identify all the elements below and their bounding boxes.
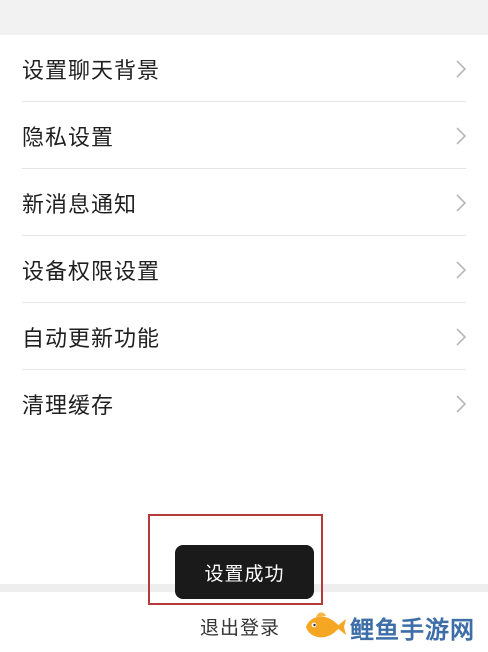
settings-item-label: 清理缓存	[22, 393, 115, 419]
toast-text: 设置成功	[204, 562, 285, 585]
settings-item-clear-cache[interactable]: 清理缓存	[0, 370, 488, 437]
top-spacer	[0, 0, 488, 35]
watermark-text: 鲤鱼手游网	[350, 615, 475, 644]
settings-item-privacy[interactable]: 隐私设置	[0, 102, 488, 169]
settings-item-device-permissions[interactable]: 设备权限设置	[0, 236, 488, 303]
chevron-right-icon	[456, 59, 466, 78]
watermark: 鲤鱼手游网	[300, 606, 475, 648]
chevron-right-icon	[456, 260, 466, 279]
chevron-right-icon	[456, 126, 466, 145]
settings-item-auto-update[interactable]: 自动更新功能	[0, 303, 488, 370]
toast-message: 设置成功	[175, 545, 314, 599]
settings-item-notifications[interactable]: 新消息通知	[0, 169, 488, 236]
settings-item-label: 自动更新功能	[22, 326, 161, 352]
settings-item-label: 隐私设置	[22, 125, 115, 151]
fish-icon	[306, 612, 346, 638]
chevron-right-icon	[456, 327, 466, 346]
logout-button[interactable]: 退出登录	[200, 613, 280, 640]
chevron-right-icon	[456, 193, 466, 212]
settings-item-chat-background[interactable]: 设置聊天背景	[0, 35, 488, 102]
settings-list: 设置聊天背景 隐私设置 新消息通知 设备权限设置 自动更新功能 清理缓存	[0, 35, 488, 437]
settings-item-label: 设置聊天背景	[22, 58, 161, 84]
settings-item-label: 设备权限设置	[22, 259, 161, 285]
settings-item-label: 新消息通知	[22, 192, 138, 218]
chevron-right-icon	[456, 394, 466, 413]
